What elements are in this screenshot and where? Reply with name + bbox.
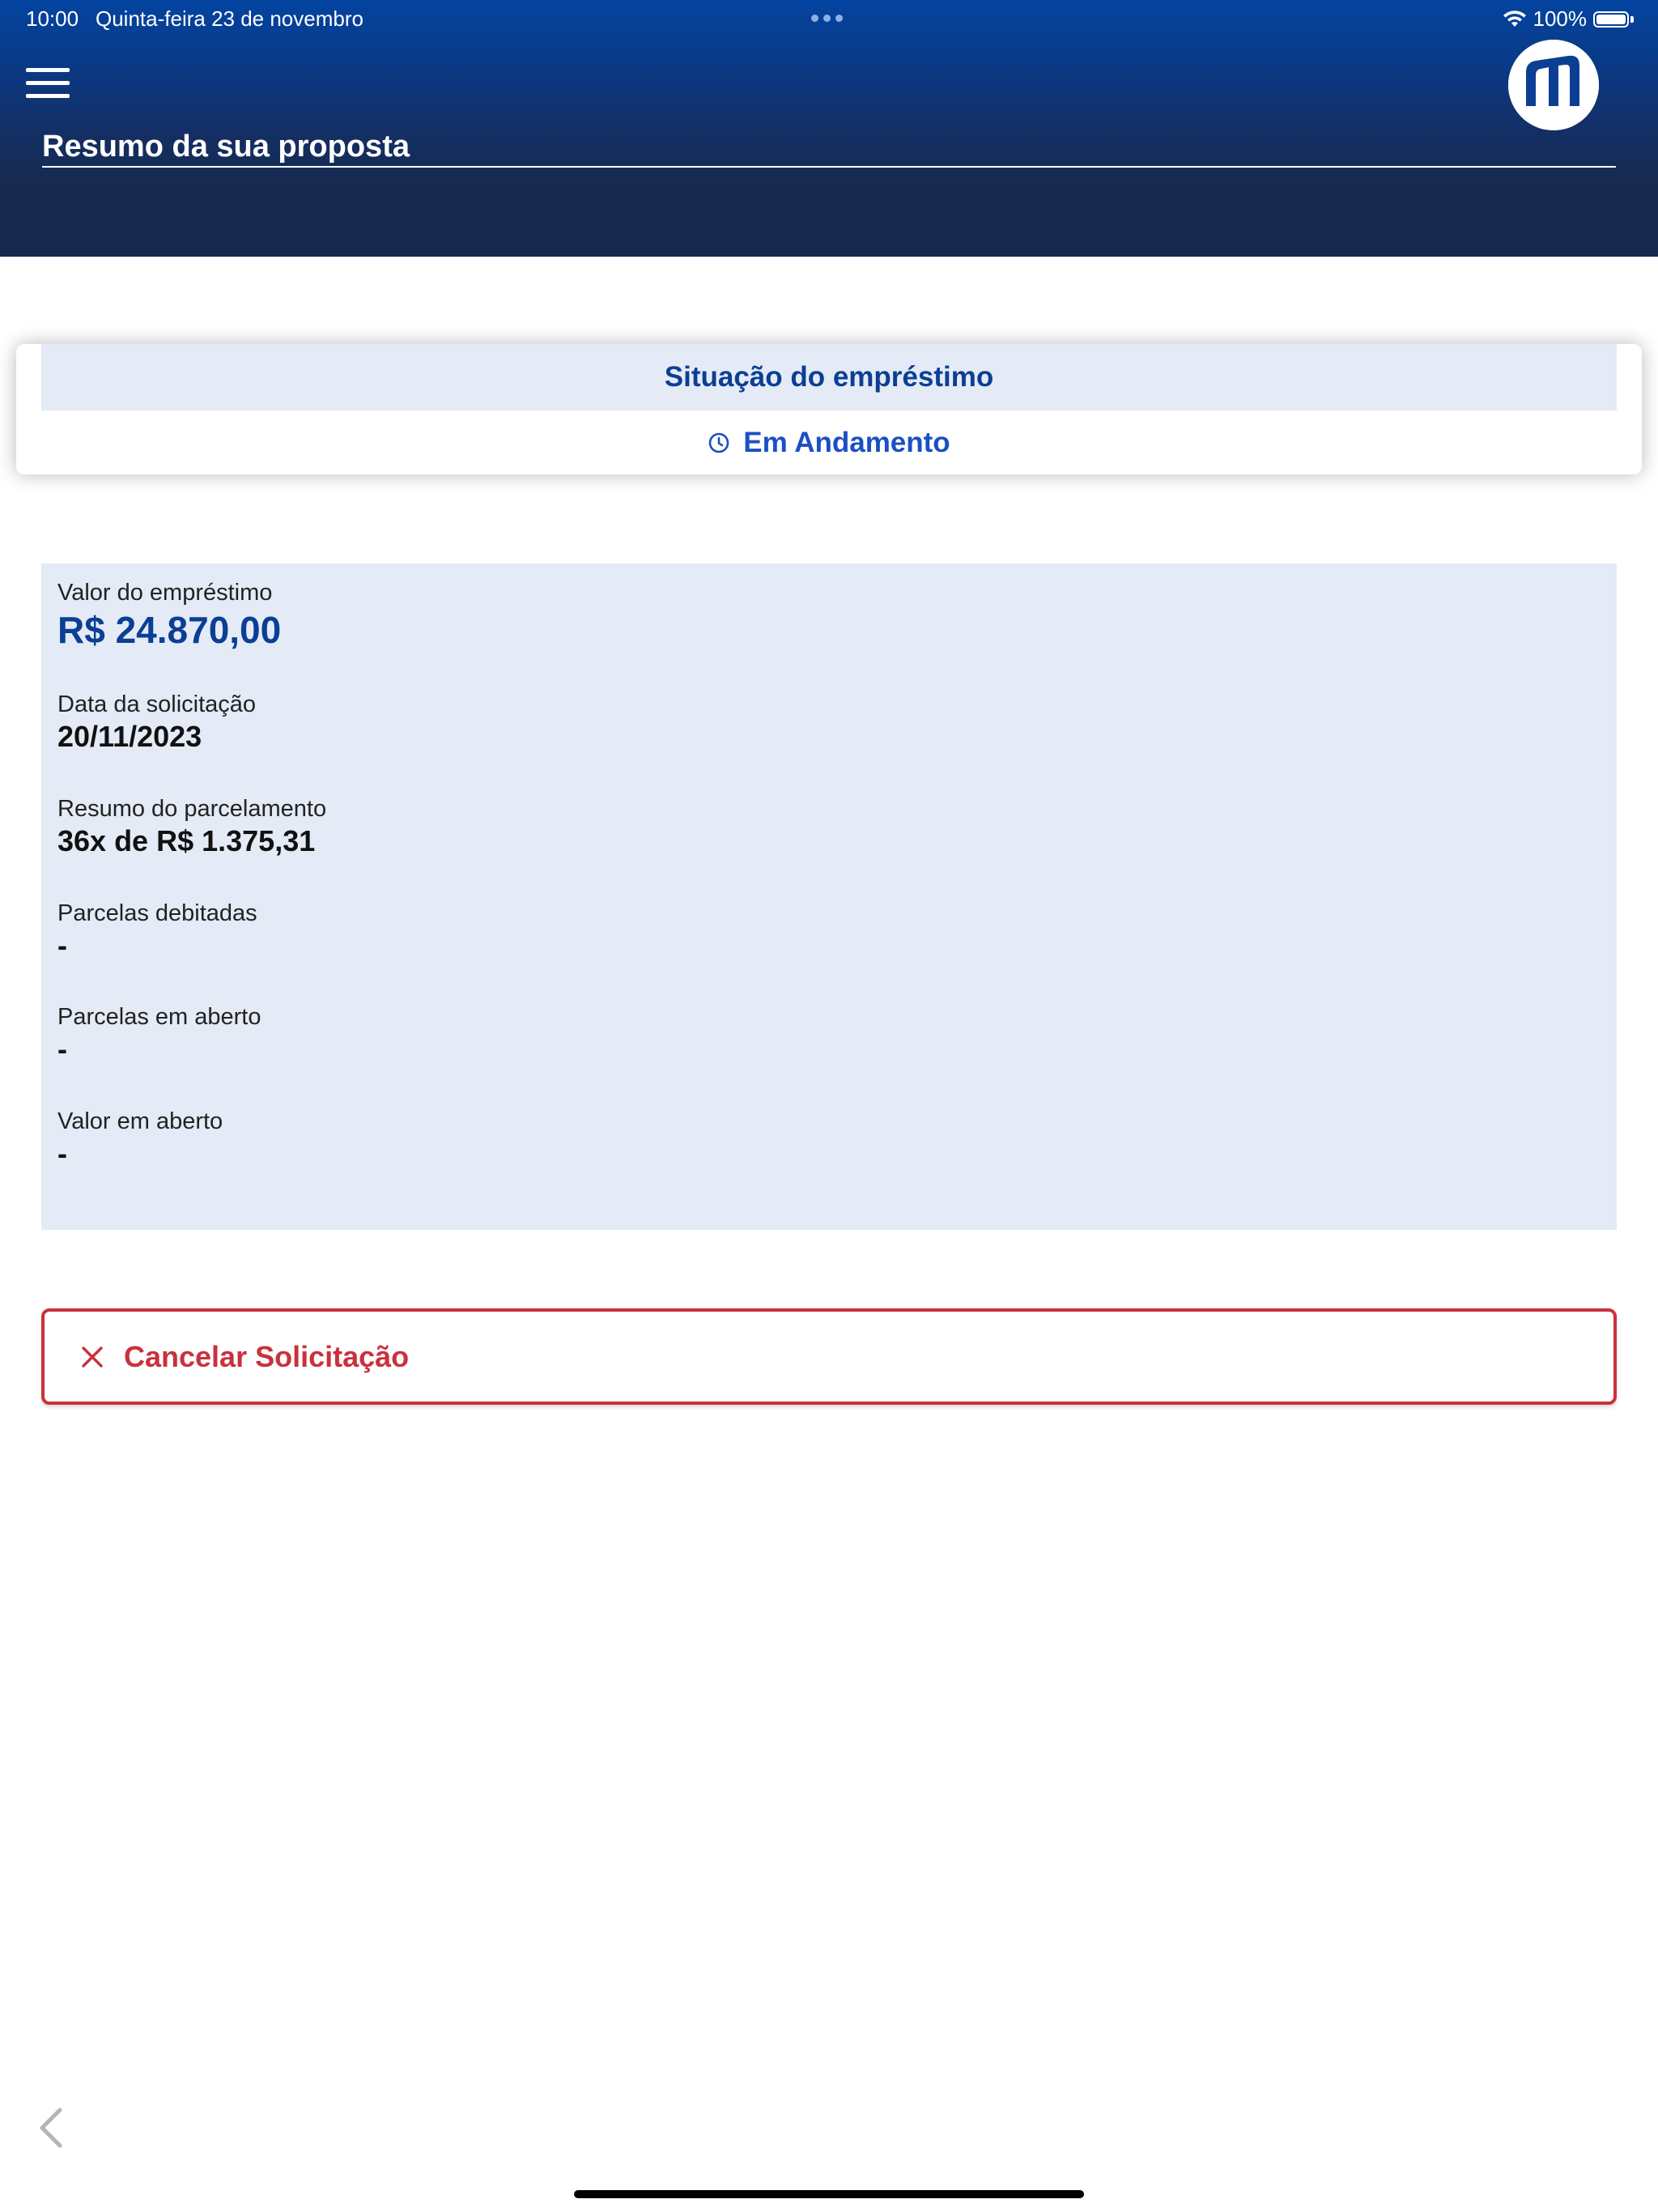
chevron-left-icon[interactable] [36,2105,65,2150]
loan-value-label: Valor do empréstimo [57,580,273,606]
loan-status-badge: Em Andamento [16,410,1642,474]
app-header: 10:00 Quinta-feira 23 de novembro 100% R… [0,0,1658,257]
open-amount-field: Valor em aberto - [57,1107,223,1172]
open-amount-value: - [57,1137,67,1170]
page-title: Resumo da sua proposta [42,130,410,164]
clock-icon [708,432,729,453]
logo-mark-icon [1508,40,1599,130]
installments-summary-label: Resumo do parcelamento [57,796,327,822]
multitasking-dots-icon[interactable] [811,15,843,22]
loan-details-panel: Valor do empréstimo R$ 24.870,00 Data da… [41,564,1617,1230]
hamburger-menu-icon[interactable] [26,68,70,100]
status-time: 10:00 [26,6,79,31]
loan-status-text: Em Andamento [743,426,950,458]
title-divider [42,166,1616,168]
request-date-field: Data da solicitação 20/11/2023 [57,690,256,755]
open-installments-label: Parcelas em aberto [57,1004,261,1030]
cancel-request-button[interactable]: Cancelar Solicitação [41,1308,1617,1405]
installments-summary-value: 36x de R$ 1.375,31 [57,824,316,857]
cancel-request-label: Cancelar Solicitação [124,1339,410,1373]
battery-icon [1593,10,1634,29]
loan-status-card: Situação do empréstimo Em Andamento [16,344,1642,474]
status-bar: 10:00 Quinta-feira 23 de novembro 100% [0,0,1658,39]
status-date: Quinta-feira 23 de novembro [96,6,363,31]
loan-value-amount: R$ 24.870,00 [57,609,282,651]
open-amount-label: Valor em aberto [57,1108,223,1134]
loan-value-field: Valor do empréstimo R$ 24.870,00 [57,578,281,653]
open-installments-field: Parcelas em aberto - [57,1002,261,1067]
bank-logo [1508,40,1599,130]
battery-percentage: 100% [1533,6,1588,31]
debited-installments-label: Parcelas debitadas [57,900,257,926]
close-icon [82,1346,103,1368]
installments-summary-field: Resumo do parcelamento 36x de R$ 1.375,3… [57,794,326,859]
status-indicators: 100% [1503,6,1634,32]
debited-installments-field: Parcelas debitadas - [57,899,257,963]
wifi-icon [1503,10,1526,27]
open-installments-value: - [57,1032,67,1066]
debited-installments-value: - [57,929,67,962]
loan-summary-screen: 10:00 Quinta-feira 23 de novembro 100% R… [0,0,1658,2212]
loan-status-heading: Situação do empréstimo [41,344,1617,410]
request-date-label: Data da solicitação [57,691,257,717]
request-date-value: 20/11/2023 [57,720,202,753]
home-indicator[interactable] [574,2190,1084,2198]
